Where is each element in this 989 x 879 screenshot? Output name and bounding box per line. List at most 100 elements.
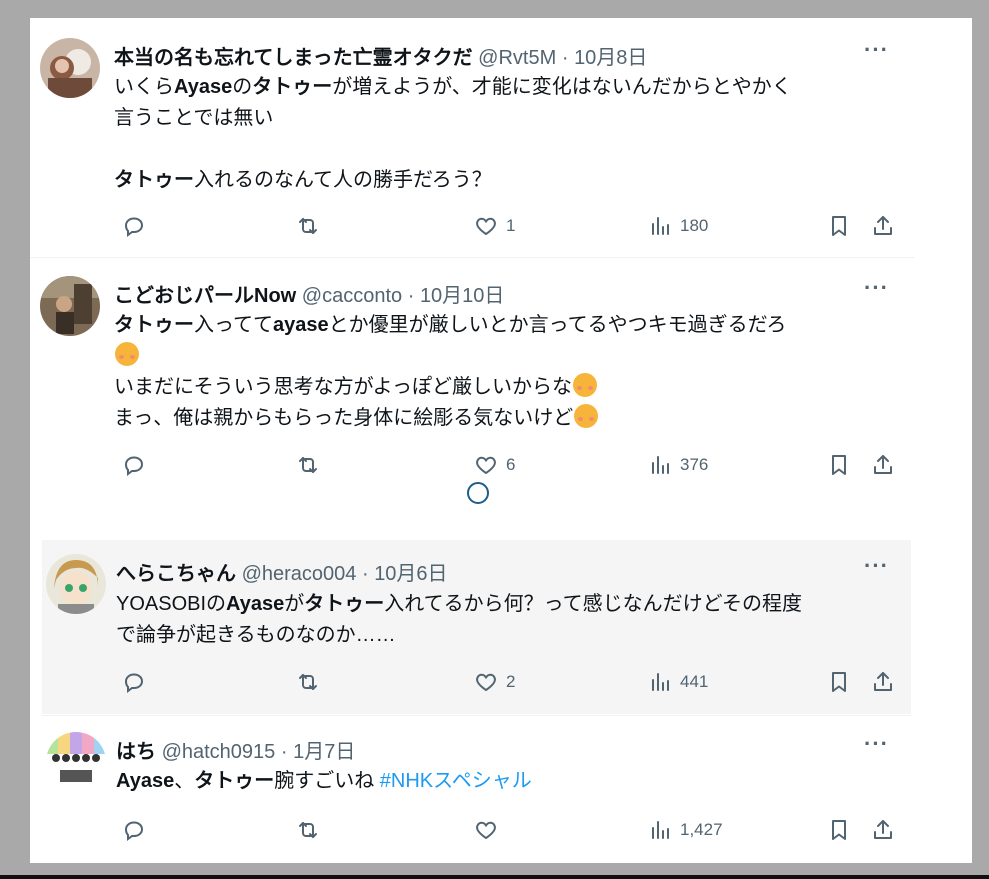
reply-button[interactable]	[114, 816, 154, 844]
handle[interactable]: @hatch0915	[162, 741, 276, 763]
views-icon	[648, 453, 672, 477]
repost-icon	[296, 453, 320, 477]
like-button[interactable]: 1	[466, 212, 515, 240]
body-text: が増えようが、才能に変化はないんだからとやかく	[332, 76, 792, 98]
separator-dot: ·	[561, 47, 569, 69]
hashtag-link[interactable]: #NHKスペシャル	[380, 770, 532, 792]
reply-button[interactable]	[114, 668, 154, 696]
views-count: 180	[680, 216, 709, 235]
handle[interactable]: @cacconto	[302, 285, 402, 307]
display-name[interactable]: 本当の名も忘れてしまった亡霊オタクだ	[114, 47, 473, 69]
post-actions: 1,427	[30, 816, 911, 844]
share-button[interactable]	[863, 668, 895, 696]
views-icon	[648, 818, 672, 842]
views-icon	[648, 670, 672, 694]
body-text: タトゥー	[252, 76, 333, 98]
body-line: で論争が起きるものなのか……	[116, 620, 896, 651]
body-text: まっ、俺は親からもらった身体に絵彫る気ないけど	[114, 407, 574, 429]
repost-icon	[296, 214, 320, 238]
bottom-border	[0, 875, 989, 879]
reply-button[interactable]	[114, 451, 154, 479]
repost-button[interactable]	[288, 212, 328, 240]
views-button[interactable]: 1,427	[640, 816, 723, 844]
share-icon	[871, 214, 895, 238]
reply-icon	[122, 818, 146, 842]
bookmark-icon	[827, 214, 851, 238]
repost-button[interactable]	[288, 668, 328, 696]
repost-button[interactable]	[288, 451, 328, 479]
body-line: まっ、俺は親からもらった身体に絵彫る気ないけど	[114, 403, 904, 434]
share-button[interactable]	[863, 451, 895, 479]
bookmark-icon	[827, 453, 851, 477]
repost-button[interactable]	[288, 816, 328, 844]
post-2[interactable]: こどおじパールNow @cacconto · 10月10日 ··· タトゥー入っ…	[30, 257, 915, 494]
heart-icon	[474, 453, 498, 477]
bookmark-button[interactable]	[819, 668, 851, 696]
smiling-face-emoji	[115, 342, 139, 366]
post-1[interactable]: 本当の名も忘れてしまった亡霊オタクだ @Rvt5M · 10月8日 ··· いく…	[30, 18, 915, 256]
post-date[interactable]: 10月6日	[374, 563, 447, 585]
body-text: が	[284, 593, 305, 615]
separator-dot: ·	[361, 563, 369, 585]
share-icon	[871, 453, 895, 477]
post-3[interactable]: へらこちゃん @heraco004 · 10月6日 ··· YOASOBIのAy…	[42, 540, 911, 714]
avatar[interactable]	[46, 554, 106, 614]
post-date[interactable]: 10月10日	[420, 285, 505, 307]
reply-icon	[122, 453, 146, 477]
body-text: タトゥー	[114, 169, 194, 191]
body-text: YOASOBIの	[116, 593, 227, 615]
display-name[interactable]: こどおじパールNow	[114, 285, 296, 307]
post-body: Ayase、タトゥー腕すごいね #NHKスペシャル	[116, 766, 896, 797]
views-button[interactable]: 180	[640, 212, 708, 240]
reply-button[interactable]	[114, 212, 154, 240]
bookmark-button[interactable]	[819, 451, 851, 479]
loading-spinner-icon	[467, 482, 489, 504]
more-options-button[interactable]: ···	[864, 553, 889, 579]
avatar[interactable]	[40, 38, 100, 98]
heart-icon	[474, 670, 498, 694]
more-options-button[interactable]: ···	[864, 37, 889, 63]
post-4[interactable]: はち @hatch0915 · 1月7日 ··· Ayase、タトゥー腕すごいね…	[42, 715, 911, 864]
body-line: Ayase、タトゥー腕すごいね #NHKスペシャル	[116, 766, 896, 797]
body-line: タトゥー入っててayaseとか優里が厳しいとか言ってるやつキモ過ぎるだろ	[114, 310, 904, 341]
like-button[interactable]: 2	[466, 668, 515, 696]
body-text: タトゥー	[114, 314, 194, 336]
share-button[interactable]	[863, 816, 895, 844]
views-count: 441	[680, 672, 709, 691]
post-date[interactable]: 10月8日	[574, 47, 647, 69]
bookmark-button[interactable]	[819, 212, 851, 240]
share-button[interactable]	[863, 212, 895, 240]
post-header: へらこちゃん @heraco004 · 10月6日	[116, 557, 448, 586]
body-text: 、	[174, 770, 195, 792]
body-text: タトゥー	[194, 770, 275, 792]
views-count: 376	[680, 455, 709, 474]
share-icon	[871, 818, 895, 842]
body-text: タトゥー	[304, 593, 385, 615]
display-name[interactable]: はち	[116, 741, 156, 763]
body-text: 入ってて	[194, 314, 273, 336]
post-body: タトゥー入っててayaseとか優里が厳しいとか言ってるやつキモ過ぎるだろ いまだに…	[114, 310, 904, 434]
more-options-button[interactable]: ···	[864, 275, 889, 301]
more-options-button[interactable]: ···	[864, 731, 889, 757]
views-button[interactable]: 376	[640, 451, 708, 479]
views-button[interactable]: 441	[640, 668, 708, 696]
body-text: 腕すごいね	[274, 770, 380, 792]
post-actions: 1 180	[30, 212, 915, 240]
avatar[interactable]	[46, 732, 106, 792]
avatar[interactable]	[40, 276, 100, 336]
like-button[interactable]: 6	[466, 451, 515, 479]
bookmark-button[interactable]	[819, 816, 851, 844]
handle[interactable]: @heraco004	[242, 563, 357, 585]
like-button[interactable]	[466, 816, 506, 844]
post-actions: 2 441	[30, 668, 911, 696]
bookmark-icon	[827, 818, 851, 842]
display-name[interactable]: へらこちゃん	[116, 563, 236, 585]
handle[interactable]: @Rvt5M	[478, 47, 556, 69]
body-text: Ayase	[226, 593, 285, 615]
reply-icon	[122, 214, 146, 238]
body-line	[114, 341, 904, 372]
timeline-card: 本当の名も忘れてしまった亡霊オタクだ @Rvt5M · 10月8日 ··· いく…	[30, 18, 972, 863]
post-date[interactable]: 1月7日	[293, 741, 355, 763]
views-count: 1,427	[680, 820, 723, 839]
post-body: YOASOBIのAyaseがタトゥー入れてるから何？って感じなんだけどその程度で…	[116, 589, 896, 651]
